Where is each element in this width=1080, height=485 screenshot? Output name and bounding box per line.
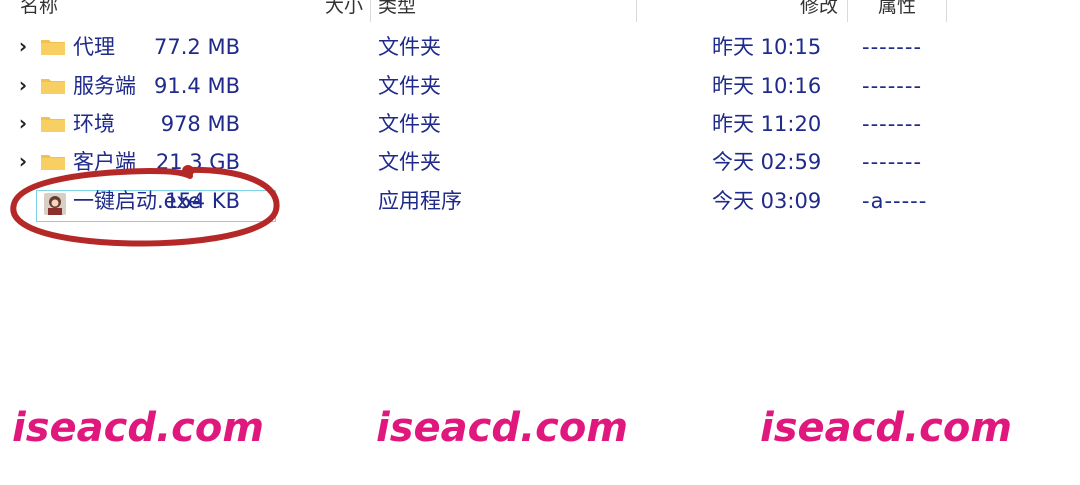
file-attributes: ------- bbox=[862, 74, 923, 98]
file-type: 文件夹 bbox=[378, 35, 441, 59]
file-name: 客户端 bbox=[73, 150, 136, 174]
file-attributes: ------- bbox=[862, 35, 923, 59]
file-modified: 昨天 11:20 bbox=[712, 112, 822, 136]
chevron-right-icon[interactable]: › bbox=[14, 145, 32, 179]
header-divider[interactable] bbox=[370, 0, 371, 22]
file-type: 文件夹 bbox=[378, 74, 441, 98]
folder-icon bbox=[41, 117, 65, 132]
file-row-folder[interactable]: › 服务端 91.4 MB 文件夹 昨天 10:16 ------- bbox=[0, 69, 960, 103]
file-size: 21.3 GB bbox=[155, 150, 240, 174]
folder-icon bbox=[41, 155, 65, 170]
file-modified: 今天 02:59 bbox=[712, 150, 822, 174]
chevron-right-icon[interactable]: › bbox=[14, 69, 32, 103]
chevron-right-icon[interactable]: › bbox=[14, 107, 32, 141]
header-size[interactable]: 大小 bbox=[325, 0, 363, 18]
header-divider[interactable] bbox=[847, 0, 848, 22]
sort-arrow-icon: ^ bbox=[82, 0, 98, 13]
file-name: 代理 bbox=[73, 35, 115, 59]
header-attributes[interactable]: 属性 bbox=[878, 0, 916, 18]
file-size: 77.2 MB bbox=[154, 35, 240, 59]
header-name[interactable]: 名称 bbox=[20, 0, 58, 18]
file-row-exe[interactable]: 一键启动.exe 154 KB 应用程序 今天 03:09 -a----- bbox=[0, 184, 960, 218]
file-size: 91.4 MB bbox=[154, 74, 240, 98]
header-divider[interactable] bbox=[946, 0, 947, 22]
header-modified[interactable]: 修改 bbox=[800, 0, 838, 18]
folder-icon bbox=[41, 79, 65, 94]
file-attributes: ------- bbox=[862, 112, 923, 136]
file-name: 服务端 bbox=[73, 74, 136, 98]
file-type: 文件夹 bbox=[378, 112, 441, 136]
chevron-right-icon[interactable]: › bbox=[14, 30, 32, 64]
file-row-folder[interactable]: › 环境 978 MB 文件夹 昨天 11:20 ------- bbox=[0, 107, 960, 141]
file-row-folder[interactable]: › 代理 77.2 MB 文件夹 昨天 10:15 ------- bbox=[0, 30, 960, 64]
file-attributes: -a----- bbox=[862, 189, 928, 213]
file-type: 文件夹 bbox=[378, 150, 441, 174]
file-attributes: ------- bbox=[862, 150, 923, 174]
file-size: 978 MB bbox=[160, 112, 240, 136]
file-type: 应用程序 bbox=[378, 189, 462, 213]
column-header: 名称 ^ 大小 类型 修改 属性 bbox=[0, 0, 1080, 26]
watermark-text: iseacd.com bbox=[12, 405, 265, 451]
folder-icon bbox=[41, 40, 65, 55]
file-row-folder[interactable]: › 客户端 21.3 GB 文件夹 今天 02:59 ------- bbox=[0, 145, 960, 179]
header-divider[interactable] bbox=[636, 0, 637, 22]
file-modified: 昨天 10:15 bbox=[712, 35, 822, 59]
file-modified: 昨天 10:16 bbox=[712, 74, 822, 98]
watermark-strip: iseacd.com iseacd.com iseacd.com bbox=[0, 405, 1080, 465]
file-name: 环境 bbox=[73, 112, 115, 136]
file-size: 154 KB bbox=[165, 189, 240, 213]
header-type[interactable]: 类型 bbox=[378, 0, 416, 18]
watermark-text: iseacd.com bbox=[376, 405, 629, 451]
watermark-text: iseacd.com bbox=[760, 405, 1013, 451]
file-modified: 今天 03:09 bbox=[712, 189, 822, 213]
